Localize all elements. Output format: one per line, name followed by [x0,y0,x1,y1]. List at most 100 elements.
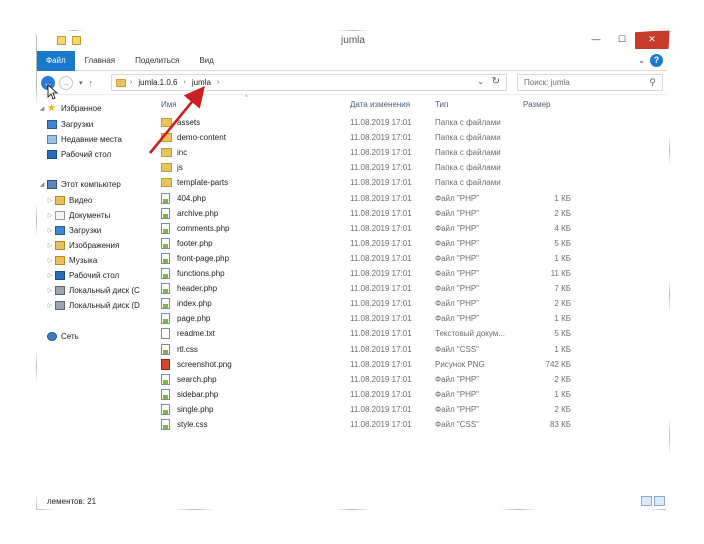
column-date[interactable]: Дата изменения [350,100,410,109]
chevron-right-icon[interactable]: › [130,79,132,86]
sidebar-this-pc[interactable]: ◢ Этот компьютер [37,177,121,192]
table-row[interactable]: style.css 11.08.2019 17:01 Файл "CSS" 83 КБ [157,417,669,432]
tab-view[interactable]: Вид [189,51,223,71]
tab-share[interactable]: Поделиться [125,51,189,71]
file-name: sidebar.php [177,389,219,399]
file-name: footer.php [177,238,213,248]
file-type: Файл "PHP" [435,374,480,384]
minimize-button[interactable]: — [583,31,609,49]
up-button[interactable]: ↑ [89,78,94,88]
table-row[interactable]: demo-content 11.08.2019 17:01 Папка с файл… [157,130,669,145]
table-row[interactable]: search.php 11.08.2019 17:01 Файл "PHP" 2 КБ [157,372,669,387]
column-size[interactable]: Размер [523,100,551,109]
sidebar-item-disk-d[interactable]: ▷ Локальный диск (D [45,298,140,313]
ribbon-expand-icon[interactable]: ⌄ [638,56,645,65]
sidebar-network[interactable]: Сеть [47,329,79,344]
image-file-icon [161,358,170,370]
details-view-icon[interactable] [641,496,652,506]
chevron-right-icon[interactable]: ▷ [45,212,55,219]
file-name: readme.txt [177,329,215,339]
sidebar-item-videos[interactable]: ▷ Видео [45,193,92,208]
chevron-right-icon[interactable]: ▷ [45,197,55,204]
large-icons-view-icon[interactable] [654,496,665,506]
file-date: 11.08.2019 17:01 [350,118,412,127]
sidebar-favorites[interactable]: ◢ ★ Избранное [37,101,102,116]
search-input[interactable]: Поиск: jumla ⚲ [517,74,663,91]
file-type: Файл "PHP" [435,284,480,294]
network-icon [47,332,57,341]
downloads-icon [47,120,57,129]
sidebar-item-downloads-pc[interactable]: ▷ Загрузки [45,223,101,238]
search-icon[interactable]: ⚲ [649,75,656,90]
maximize-button[interactable]: ☐ [609,31,635,49]
refresh-icon[interactable]: ↻ [492,76,500,87]
chevron-down-icon[interactable]: ⌄ [477,77,484,86]
sidebar-label: Документы [69,211,111,220]
table-row[interactable]: assets 11.08.2019 17:01 Папка с файлами [157,115,669,130]
table-row[interactable]: screenshot.png 11.08.2019 17:01 Рисунок PN… [157,357,669,372]
file-type: Рисунок PNG [435,359,485,369]
desktop-icon [47,150,57,159]
chevron-right-icon[interactable]: › [183,79,185,86]
table-row[interactable]: page.php 11.08.2019 17:01 Файл "PHP" 1 КБ [157,311,669,326]
table-row[interactable]: inc 11.08.2019 17:01 Папка с файлами [157,145,669,160]
column-name[interactable]: Имя [161,100,177,109]
sidebar-item-desktop-pc[interactable]: ▷ Рабочий стол [45,268,119,283]
table-row[interactable]: footer.php 11.08.2019 17:01 Файл "PHP" 5 КБ [157,236,669,251]
tab-home[interactable]: Главная [75,51,125,71]
php-file-icon [161,388,170,400]
sidebar-item-desktop[interactable]: Рабочий стол [47,147,111,162]
chevron-right-icon[interactable]: ▷ [45,242,55,249]
table-row[interactable]: front-page.php 11.08.2019 17:01 Файл "PHP"… [157,251,669,266]
column-type[interactable]: Тип [435,100,448,109]
table-row[interactable]: 404.php 11.08.2019 17:01 Файл "PHP" 1 КБ [157,191,669,206]
back-button[interactable]: ← [41,75,55,90]
file-type: Файл "PHP" [435,389,480,399]
chevron-right-icon[interactable]: › [217,79,219,86]
chevron-right-icon[interactable]: ▷ [45,287,55,294]
table-row[interactable]: readme.txt 11.08.2019 17:01 Текстовый доку… [157,326,669,341]
folder-icon [161,133,172,143]
file-date: 11.08.2019 17:01 [350,163,412,173]
table-row[interactable]: header.php 11.08.2019 17:01 Файл "PHP" 7 КБ [157,281,669,296]
sidebar-item-disk-c[interactable]: ▷ Локальный диск (C [45,283,140,298]
window-controls: — ☐ ✕ [583,31,669,49]
chevron-right-icon[interactable]: ▷ [45,257,55,264]
table-row[interactable]: template-parts 11.08.2019 17:01 Папка с фа… [157,175,669,190]
close-button[interactable]: ✕ [635,31,669,49]
file-date: 11.08.2019 17:01 [350,374,412,384]
file-type: Папка с файлами [435,118,501,127]
table-row[interactable]: archive.php 11.08.2019 17:01 Файл "PHP" 2 К… [157,206,669,221]
music-icon [55,256,65,265]
file-name: archive.php [177,208,219,218]
folder-icon [161,163,172,173]
table-row[interactable]: index.php 11.08.2019 17:01 Файл "PHP" 2 КБ [157,296,669,311]
table-row[interactable]: functions.php 11.08.2019 17:01 Файл "PHP" 1… [157,266,669,281]
table-row[interactable]: rtl.css 11.08.2019 17:01 Файл "CSS" 1 КБ [157,342,669,357]
table-row[interactable]: comments.php 11.08.2019 17:01 Файл "PHP" 4 … [157,221,669,236]
file-type: Файл "PHP" [435,269,480,278]
table-row[interactable]: single.php 11.08.2019 17:01 Файл "PHP" 2 КБ [157,402,669,417]
breadcrumb-parent[interactable]: jumla.1.0.6 [136,78,179,87]
sidebar-item-downloads[interactable]: Загрузки [47,117,93,132]
sidebar-item-documents[interactable]: ▷ Документы [45,208,110,223]
file-size: 5 КБ [554,238,571,248]
breadcrumb-current[interactable]: jumla [190,78,213,87]
table-row[interactable]: sidebar.php 11.08.2019 17:01 Файл "PHP" 1 К… [157,387,669,402]
file-date: 11.08.2019 17:01 [350,253,412,263]
sidebar-item-pictures[interactable]: ▷ Изображения [45,238,119,253]
forward-button[interactable]: → [59,75,73,90]
chevron-right-icon[interactable]: ▷ [45,227,55,234]
sidebar-item-music[interactable]: ▷ Музыка [45,253,97,268]
table-row[interactable]: js 11.08.2019 17:01 Папка с файлами [157,160,669,175]
sidebar-label: Избранное [61,104,102,113]
help-icon[interactable]: ? [650,54,663,67]
address-bar[interactable]: › jumla.1.0.6 › jumla › ⌄ ↻ [111,74,507,91]
chevron-down-icon[interactable]: ◢ [37,181,47,188]
chevron-down-icon[interactable]: ◢ [37,105,47,112]
chevron-right-icon[interactable]: ▷ [45,302,55,309]
sidebar-item-recent[interactable]: Недавние места [47,132,122,147]
recent-locations-icon[interactable]: ▾ [79,79,83,87]
chevron-right-icon[interactable]: ▷ [45,272,55,279]
tab-file[interactable]: Файл [37,50,75,71]
